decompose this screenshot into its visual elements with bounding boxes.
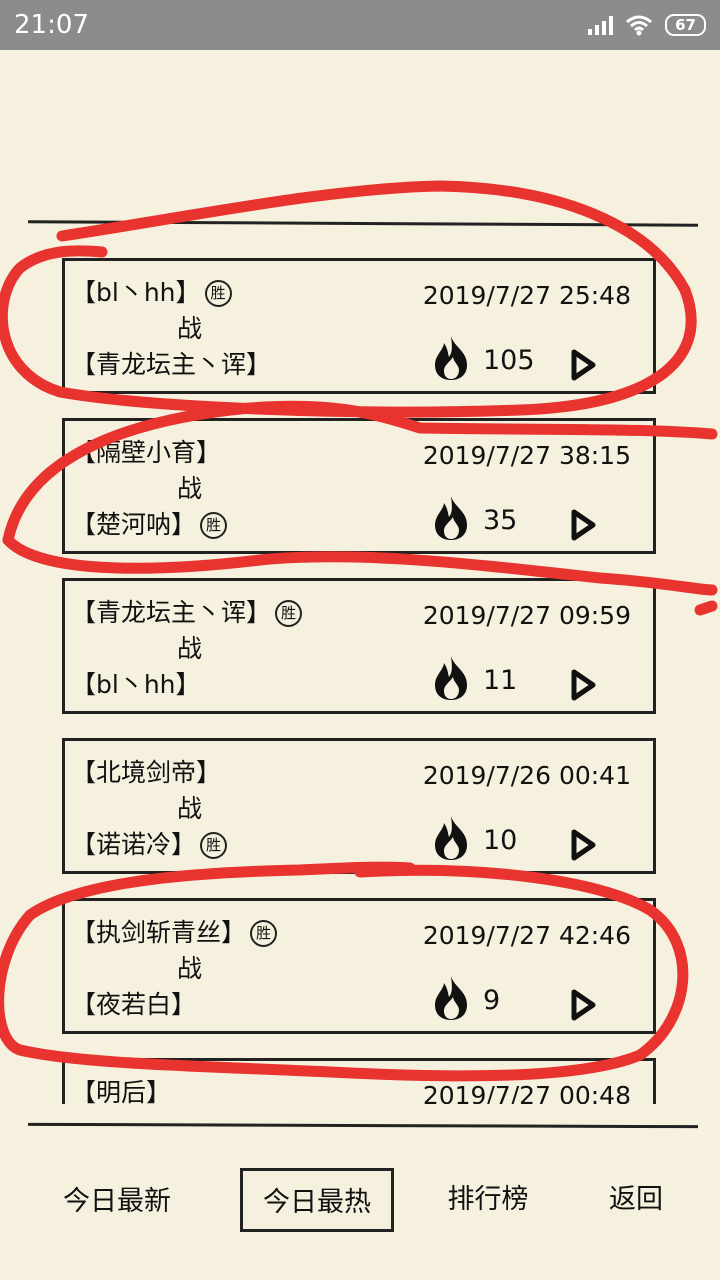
play-icon[interactable] (570, 829, 596, 861)
win-badge: 胜 (200, 831, 228, 859)
player-two-name: 【bl丶hh】 (71, 670, 201, 699)
battery-icon: 67 (665, 14, 706, 36)
flame-icon (435, 656, 467, 700)
record-date: 2019/7/27 38:15 (422, 441, 631, 470)
win-badge: 胜 (200, 511, 228, 539)
player-one-name: 【隔壁小育】 (71, 438, 222, 467)
win-badge: 胜 (275, 599, 303, 627)
heat-count: 35 (483, 505, 518, 536)
list-bottom-divider (27, 1122, 699, 1129)
record-card[interactable]: 【隔壁小育】 战 【楚河呐】胜 2019/7/27 38:15 35 (62, 418, 656, 554)
flame-icon (435, 976, 467, 1020)
record-list[interactable]: 【bl丶hh】胜 战 【青龙坛主丶诨】 2019/7/27 25:48 105 … (62, 258, 658, 1104)
signal-icon (588, 15, 614, 35)
player-one-name: 【执剑斩青丝】 (71, 918, 247, 947)
list-top-divider (27, 220, 699, 227)
record-card[interactable]: 【执剑斩青丝】胜 战 【夜若白】 2019/7/27 42:46 9 (62, 898, 656, 1034)
flame-icon (435, 816, 467, 860)
heat-count: 11 (483, 665, 518, 696)
record-card[interactable]: 【bl丶hh】胜 战 【青龙坛主丶诨】 2019/7/27 25:48 105 (62, 258, 656, 394)
status-time: 21:07 (14, 10, 89, 40)
play-icon[interactable] (570, 509, 596, 541)
play-icon[interactable] (570, 669, 596, 701)
play-icon[interactable] (570, 989, 596, 1021)
player-two-name: 【诺诺冷】 (71, 830, 197, 859)
record-date: 2019/7/27 25:48 (422, 281, 631, 310)
player-one-name: 【青龙坛主丶诨】 (71, 598, 272, 627)
player-one-name: 【bl丶hh】 (71, 278, 201, 307)
heat-count: 105 (483, 345, 535, 376)
record-card[interactable]: 【明后】 2019/7/27 00:48 (62, 1058, 656, 1104)
heat-count: 10 (483, 825, 518, 856)
tab-ranking[interactable]: 排行榜 (438, 1168, 538, 1232)
back-button[interactable]: 返回 (598, 1168, 674, 1232)
player-two-name: 【青龙坛主丶诨】 (71, 350, 272, 379)
battle-label: 战 (177, 474, 203, 503)
record-card[interactable]: 【北境剑帝】 战 【诺诺冷】胜 2019/7/26 00:41 10 (62, 738, 656, 874)
player-one-name: 【北境剑帝】 (71, 758, 222, 787)
battle-label: 战 (177, 634, 203, 663)
status-bar: 21:07 67 (0, 0, 720, 50)
battle-label: 战 (177, 314, 203, 343)
win-badge: 胜 (204, 279, 232, 307)
record-card[interactable]: 【青龙坛主丶诨】胜 战 【bl丶hh】 2019/7/27 09:59 11 (62, 578, 656, 714)
wifi-icon (626, 15, 653, 36)
tab-today-hottest[interactable]: 今日最热 (240, 1168, 394, 1232)
player-one-name: 【明后】 (71, 1078, 172, 1104)
flame-icon (435, 336, 467, 380)
record-date: 2019/7/26 00:41 (422, 761, 631, 790)
tab-today-latest[interactable]: 今日最新 (52, 1170, 182, 1234)
record-date: 2019/7/27 00:48 (422, 1081, 631, 1104)
record-date: 2019/7/27 09:59 (422, 601, 631, 630)
record-date: 2019/7/27 42:46 (422, 921, 631, 950)
win-badge: 胜 (250, 919, 278, 947)
flame-icon (435, 496, 467, 540)
play-icon[interactable] (570, 349, 596, 381)
player-two-name: 【夜若白】 (71, 990, 197, 1019)
heat-count: 9 (483, 985, 501, 1016)
player-two-name: 【楚河呐】 (71, 510, 197, 539)
battle-label: 战 (177, 954, 203, 983)
battle-label: 战 (177, 794, 203, 823)
